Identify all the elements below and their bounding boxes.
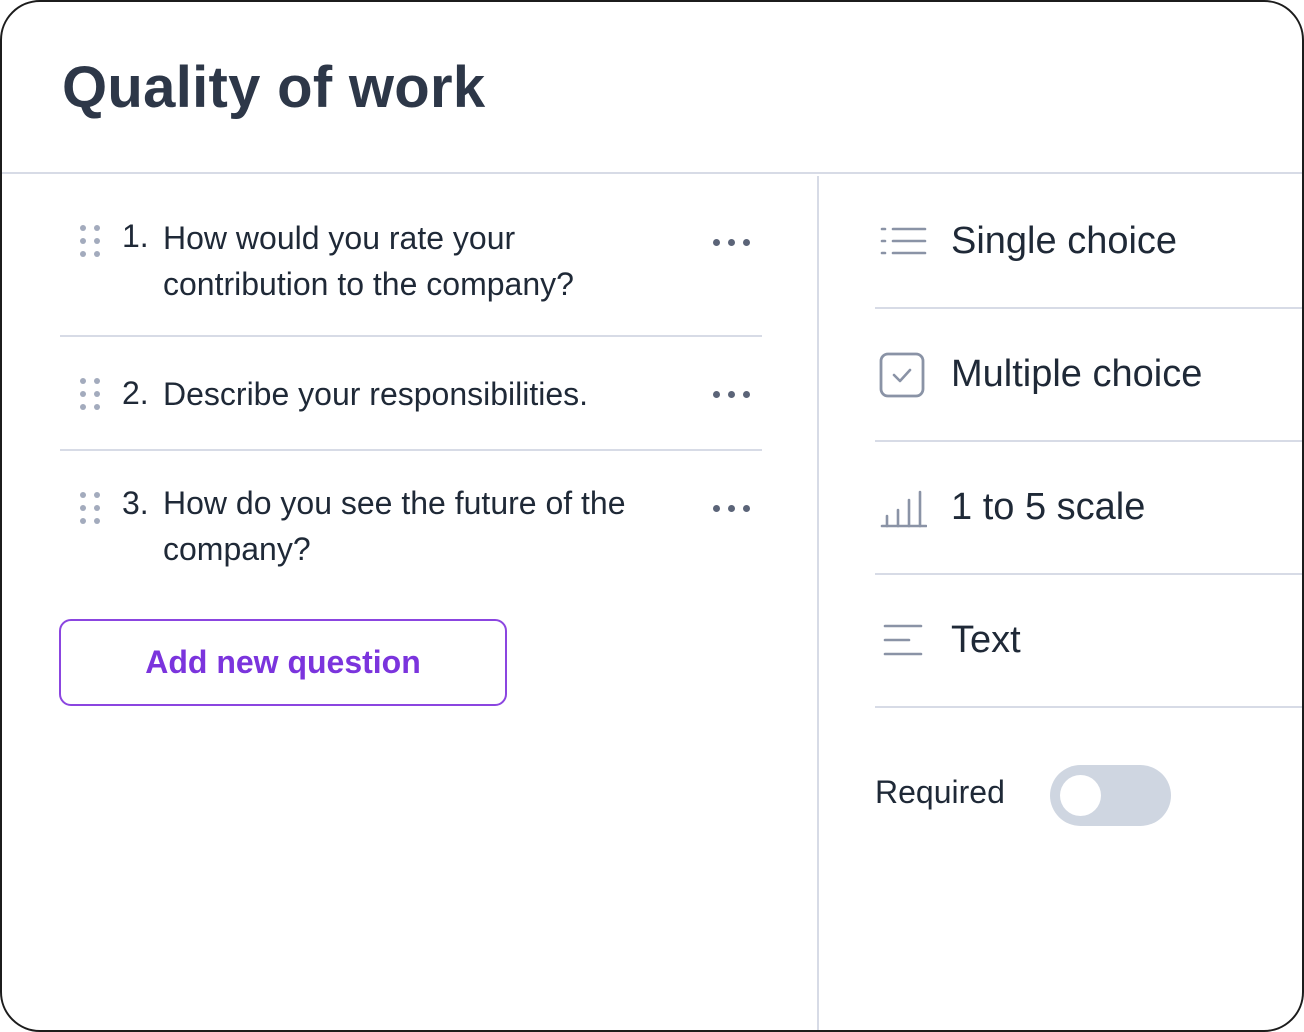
- type-label: Text: [951, 619, 1021, 661]
- type-label: 1 to 5 scale: [951, 486, 1146, 528]
- required-label: Required: [875, 774, 1005, 810]
- type-single-choice[interactable]: Single choice: [875, 176, 1302, 309]
- more-options-icon[interactable]: [710, 239, 754, 249]
- page-title: Quality of work: [62, 55, 486, 120]
- drag-handle-icon[interactable]: [78, 225, 102, 259]
- type-label: Single choice: [951, 220, 1178, 262]
- card-header: Quality of work: [2, 2, 1302, 174]
- question-text: Describe your responsibilities.: [163, 376, 589, 412]
- type-scale[interactable]: 1 to 5 scale: [875, 442, 1302, 575]
- list-icon: [880, 227, 927, 255]
- toggle-knob: [1060, 775, 1101, 816]
- text-align-icon: [883, 624, 923, 656]
- question-number: 3.: [122, 485, 149, 521]
- more-options-icon[interactable]: [710, 505, 754, 515]
- more-options-icon[interactable]: [710, 391, 754, 401]
- question-editor-card: Quality of work 1. How would you rate yo…: [0, 0, 1304, 1032]
- drag-handle-icon[interactable]: [78, 492, 102, 526]
- checkbox-icon: [879, 352, 925, 398]
- bar-scale-icon: [880, 490, 927, 528]
- question-number: 2.: [122, 375, 149, 411]
- drag-handle-icon[interactable]: [78, 378, 102, 412]
- type-text[interactable]: Text: [875, 575, 1302, 708]
- add-question-button[interactable]: Add new question: [59, 619, 507, 706]
- question-item-3[interactable]: 3. How do you see the future of the comp…: [60, 451, 762, 591]
- question-item-2[interactable]: 2. Describe your responsibilities.: [60, 337, 762, 451]
- question-number: 1.: [122, 218, 149, 254]
- question-text: How do you see the future of the company…: [163, 485, 626, 567]
- vertical-divider: [817, 176, 819, 1030]
- type-label: Multiple choice: [951, 353, 1203, 395]
- type-multiple-choice[interactable]: Multiple choice: [875, 309, 1302, 442]
- required-toggle[interactable]: [1050, 765, 1171, 826]
- question-item-1[interactable]: 1. How would you rate your contribution …: [60, 176, 762, 337]
- question-text: How would you rate your contribution to …: [163, 220, 574, 302]
